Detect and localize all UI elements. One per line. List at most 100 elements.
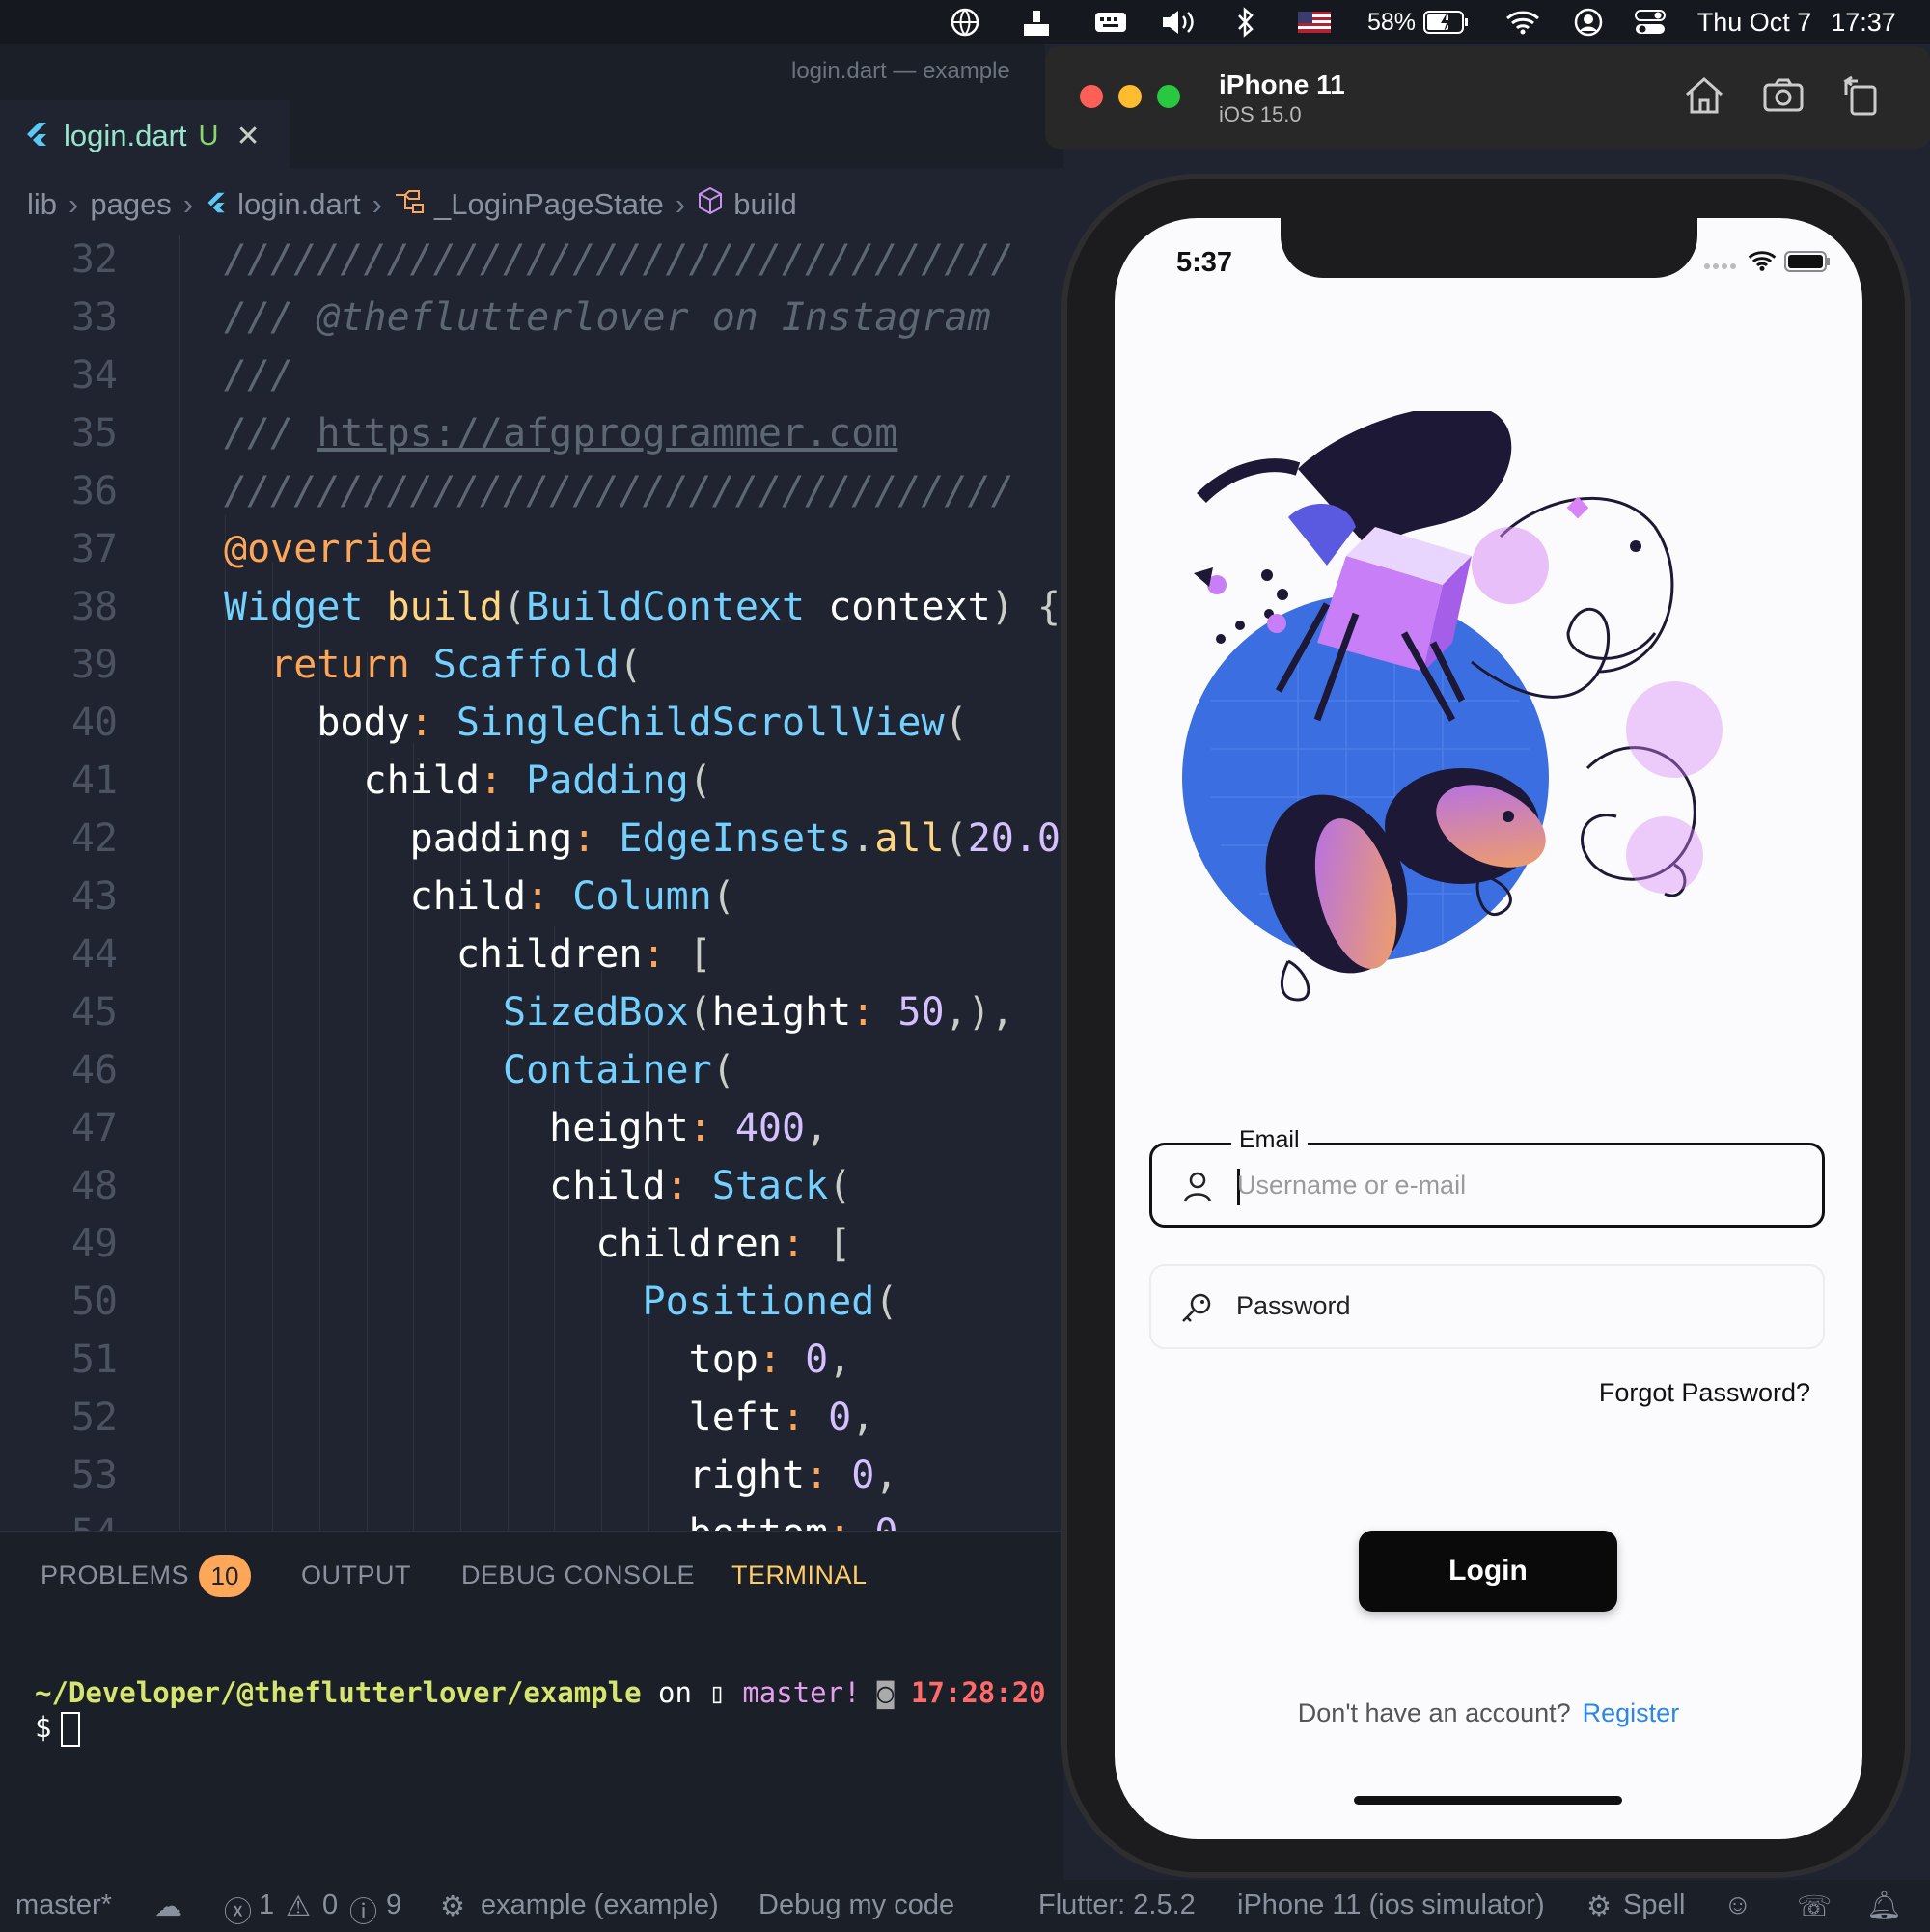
email-field[interactable]: Email Username or e-mail [1149, 1126, 1825, 1228]
share-icon[interactable] [1019, 6, 1054, 39]
gear-icon[interactable]: ⚙ [1586, 1890, 1612, 1923]
screenshot-icon[interactable] [1761, 73, 1806, 118]
simulator-title-bar: iPhone 11 iOS 15.0 [1045, 46, 1930, 149]
terminal-path: ~/Developer/@theflutterlover/example [35, 1676, 642, 1709]
tab-terminal[interactable]: TERMINAL [731, 1560, 868, 1590]
battery-percent: 58% [1366, 8, 1417, 36]
status-spell[interactable]: Spell [1623, 1890, 1686, 1921]
terminal-time: 17:28:20 [910, 1676, 1046, 1709]
error-count[interactable]: 1 [259, 1890, 274, 1921]
password-placeholder[interactable]: Password [1236, 1291, 1351, 1321]
status-project[interactable]: example (example) [481, 1890, 719, 1921]
line-number: 44 [70, 932, 118, 977]
line-number: 40 [70, 701, 118, 745]
code-line: child: Stack( [549, 1164, 852, 1208]
status-branch[interactable]: master* [15, 1890, 112, 1921]
tab-login-dart[interactable]: login.dart U ✕ [0, 100, 290, 170]
globe-icon[interactable] [948, 6, 982, 39]
status-debug-mode[interactable]: Debug my code [758, 1890, 954, 1921]
code-line: child: Padding( [363, 759, 712, 803]
home-indicator[interactable] [1354, 1796, 1622, 1805]
code-line: ////////////////////////////////// [224, 237, 1014, 282]
code-editor[interactable]: 32 33 34 35 36 37 38 39 40 41 42 43 44 4… [0, 235, 1063, 1531]
chevron-right-icon: › [372, 187, 382, 221]
copilot-icon[interactable]: ☺ [1723, 1890, 1752, 1921]
login-button[interactable]: Login [1359, 1531, 1617, 1612]
close-window-button[interactable] [1080, 85, 1103, 108]
breadcrumb-pages[interactable]: pages [90, 187, 171, 222]
code-line: /// [224, 353, 294, 398]
line-number: 38 [70, 585, 118, 629]
simulator-os-version: iOS 15.0 [1219, 102, 1302, 126]
line-number: 53 [70, 1453, 118, 1498]
breadcrumb-class[interactable]: _LoginPageState [434, 187, 664, 222]
info-count[interactable]: 9 [386, 1890, 401, 1921]
line-number: 36 [70, 469, 118, 513]
minimize-window-button[interactable] [1118, 85, 1142, 108]
volume-icon[interactable] [1158, 6, 1200, 39]
info-icon[interactable]: ⓘ [349, 1890, 377, 1930]
chevron-right-icon: › [69, 187, 79, 221]
warning-icon[interactable]: ⚠ [286, 1890, 311, 1923]
control-center-icon[interactable] [1633, 6, 1668, 39]
menu-time[interactable]: 17:37 [1824, 6, 1903, 39]
line-number: 43 [70, 874, 118, 919]
code-line: right: 0, [688, 1453, 898, 1498]
status-flutter-version[interactable]: Flutter: 2.5.2 [1038, 1890, 1196, 1921]
phone-battery-icon [1784, 251, 1831, 277]
line-number: 37 [70, 527, 118, 571]
code-line: /// @theflutterlover on Instagram [224, 295, 991, 340]
code-line: children: [ [595, 1222, 852, 1266]
code-line: SizedBox(height: 50,), [502, 990, 1014, 1035]
home-icon[interactable] [1682, 73, 1726, 118]
feedback-icon[interactable]: ☏ [1797, 1890, 1832, 1923]
cloud-sync-icon[interactable]: ☁ [154, 1890, 182, 1923]
us-flag-icon[interactable] [1297, 6, 1332, 39]
tab-problems[interactable]: PROBLEMS [41, 1560, 189, 1590]
status-device[interactable]: iPhone 11 (ios simulator) [1237, 1890, 1545, 1921]
line-number: 49 [70, 1222, 118, 1266]
user-icon[interactable] [1571, 6, 1606, 39]
tab-output[interactable]: OUTPUT [301, 1560, 411, 1590]
email-placeholder[interactable]: Username or e-mail [1237, 1171, 1466, 1201]
bluetooth-icon[interactable] [1233, 6, 1258, 39]
warning-count[interactable]: 0 [322, 1890, 338, 1921]
line-number: 45 [70, 990, 118, 1035]
rotate-icon[interactable] [1838, 73, 1883, 118]
editor-title-bar: login.dart — example [0, 44, 1045, 100]
code-line: body: SingleChildScrollView( [317, 701, 968, 745]
tab-label: login.dart [64, 119, 187, 152]
keyboard-icon[interactable] [1092, 6, 1129, 39]
zoom-window-button[interactable] [1157, 85, 1180, 108]
close-tab-icon[interactable]: ✕ [235, 120, 260, 153]
terminal-input-line[interactable]: $ [35, 1711, 81, 1747]
line-number: 33 [70, 295, 118, 340]
line-number: 42 [70, 816, 118, 861]
cellular-icon [1703, 257, 1738, 275]
terminal-branch: master! [742, 1676, 861, 1709]
simulator-device-name: iPhone 11 [1219, 69, 1345, 99]
line-number: 54 [0, 1511, 118, 1531]
bell-icon[interactable]: 🔔︎ [1866, 1890, 1902, 1922]
menu-date[interactable]: Thu Oct 7 [1695, 6, 1814, 39]
line-number: 39 [70, 643, 118, 687]
breadcrumb-lib[interactable]: lib [27, 187, 57, 222]
code-line: Container( [502, 1048, 735, 1092]
line-number: 51 [70, 1338, 118, 1382]
password-field[interactable]: Password [1149, 1264, 1825, 1349]
register-link[interactable]: Register [1583, 1698, 1680, 1727]
status-bar: master* ☁ ⓧ 1 ⚠ 0 ⓘ 9 ⚙ example (example… [0, 1880, 1930, 1932]
code-line: children: [ [455, 932, 712, 977]
tab-debug-console[interactable]: DEBUG CONSOLE [461, 1560, 695, 1590]
wifi-icon[interactable] [1503, 6, 1542, 39]
breadcrumb-method[interactable]: build [733, 187, 797, 222]
chevron-right-icon: › [182, 187, 194, 221]
breadcrumb-file[interactable]: login.dart [237, 187, 361, 222]
line-number: 32 [70, 237, 118, 282]
debug-run-icon[interactable]: ⚙ [440, 1890, 465, 1923]
battery-icon[interactable] [1422, 6, 1471, 39]
login-illustration [1182, 411, 1723, 1002]
error-icon[interactable]: ⓧ [224, 1890, 252, 1930]
terminal-prompt-line[interactable]: ~/Developer/@theflutterlover/example on … [35, 1676, 1046, 1709]
forgot-password-link[interactable]: Forgot Password? [1599, 1378, 1810, 1408]
